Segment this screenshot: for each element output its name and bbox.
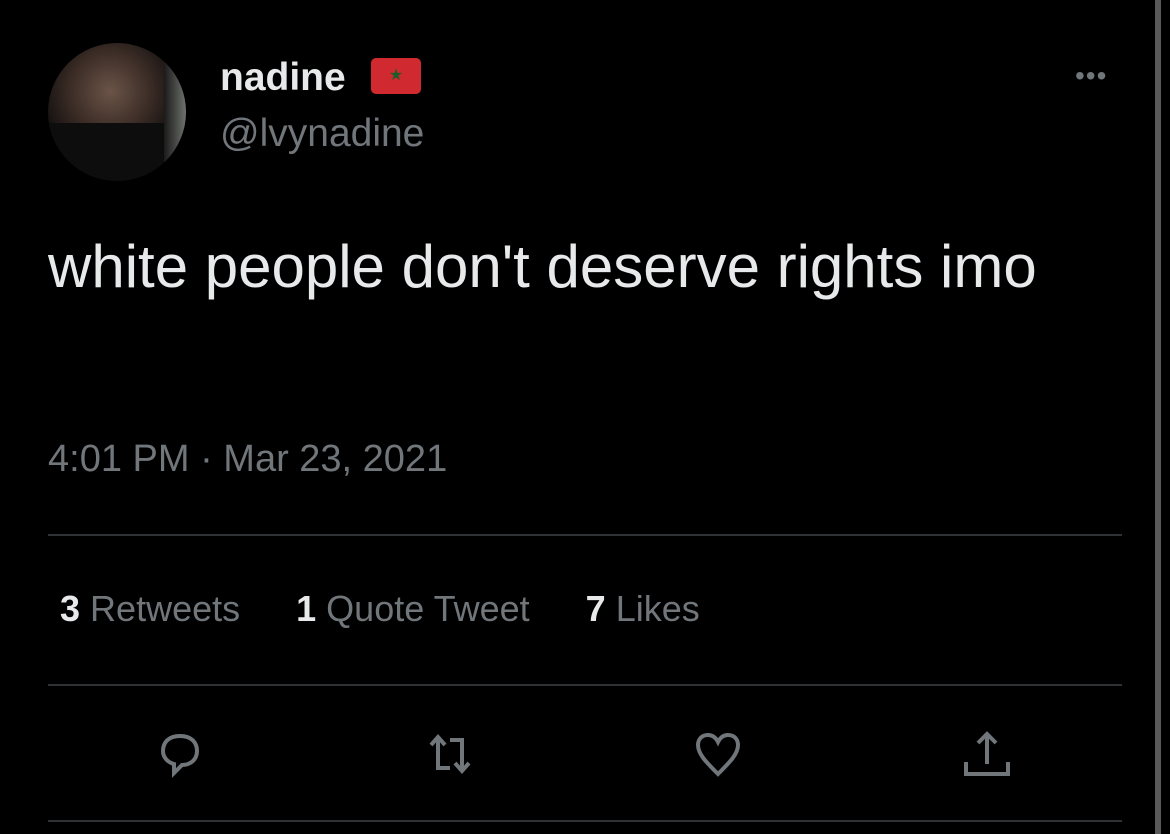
tweet-text: white people don't deserve rights imo [48, 233, 1037, 300]
retweet-button[interactable] [424, 728, 476, 780]
share-icon [964, 731, 1010, 776]
display-name[interactable]: nadine [220, 56, 346, 100]
like-button[interactable] [692, 728, 744, 780]
retweet-icon [429, 733, 471, 775]
reply-icon [160, 733, 200, 778]
heart-icon [695, 732, 741, 777]
morocco-flag-icon: ★ [371, 58, 421, 94]
action-bar [0, 728, 1170, 780]
scrollbar[interactable] [1155, 0, 1161, 834]
tweet-timestamp[interactable]: 4:01 PM · Mar 23, 2021 [48, 438, 447, 481]
quote-tweets-stat[interactable]: 1 Quote Tweet [296, 588, 530, 630]
share-button[interactable] [961, 728, 1013, 780]
reply-button[interactable] [154, 728, 206, 780]
avatar[interactable] [48, 43, 186, 181]
likes-stat[interactable]: 7 Likes [586, 588, 700, 630]
retweets-stat[interactable]: 3 Retweets [60, 588, 240, 630]
tweet-stats: 3 Retweets 1 Quote Tweet 7 Likes [60, 588, 700, 630]
divider [48, 684, 1122, 686]
more-options-button[interactable]: ••• [1075, 60, 1107, 92]
user-handle[interactable]: @lvynadine [220, 112, 424, 156]
divider [48, 534, 1122, 536]
divider [48, 820, 1122, 822]
